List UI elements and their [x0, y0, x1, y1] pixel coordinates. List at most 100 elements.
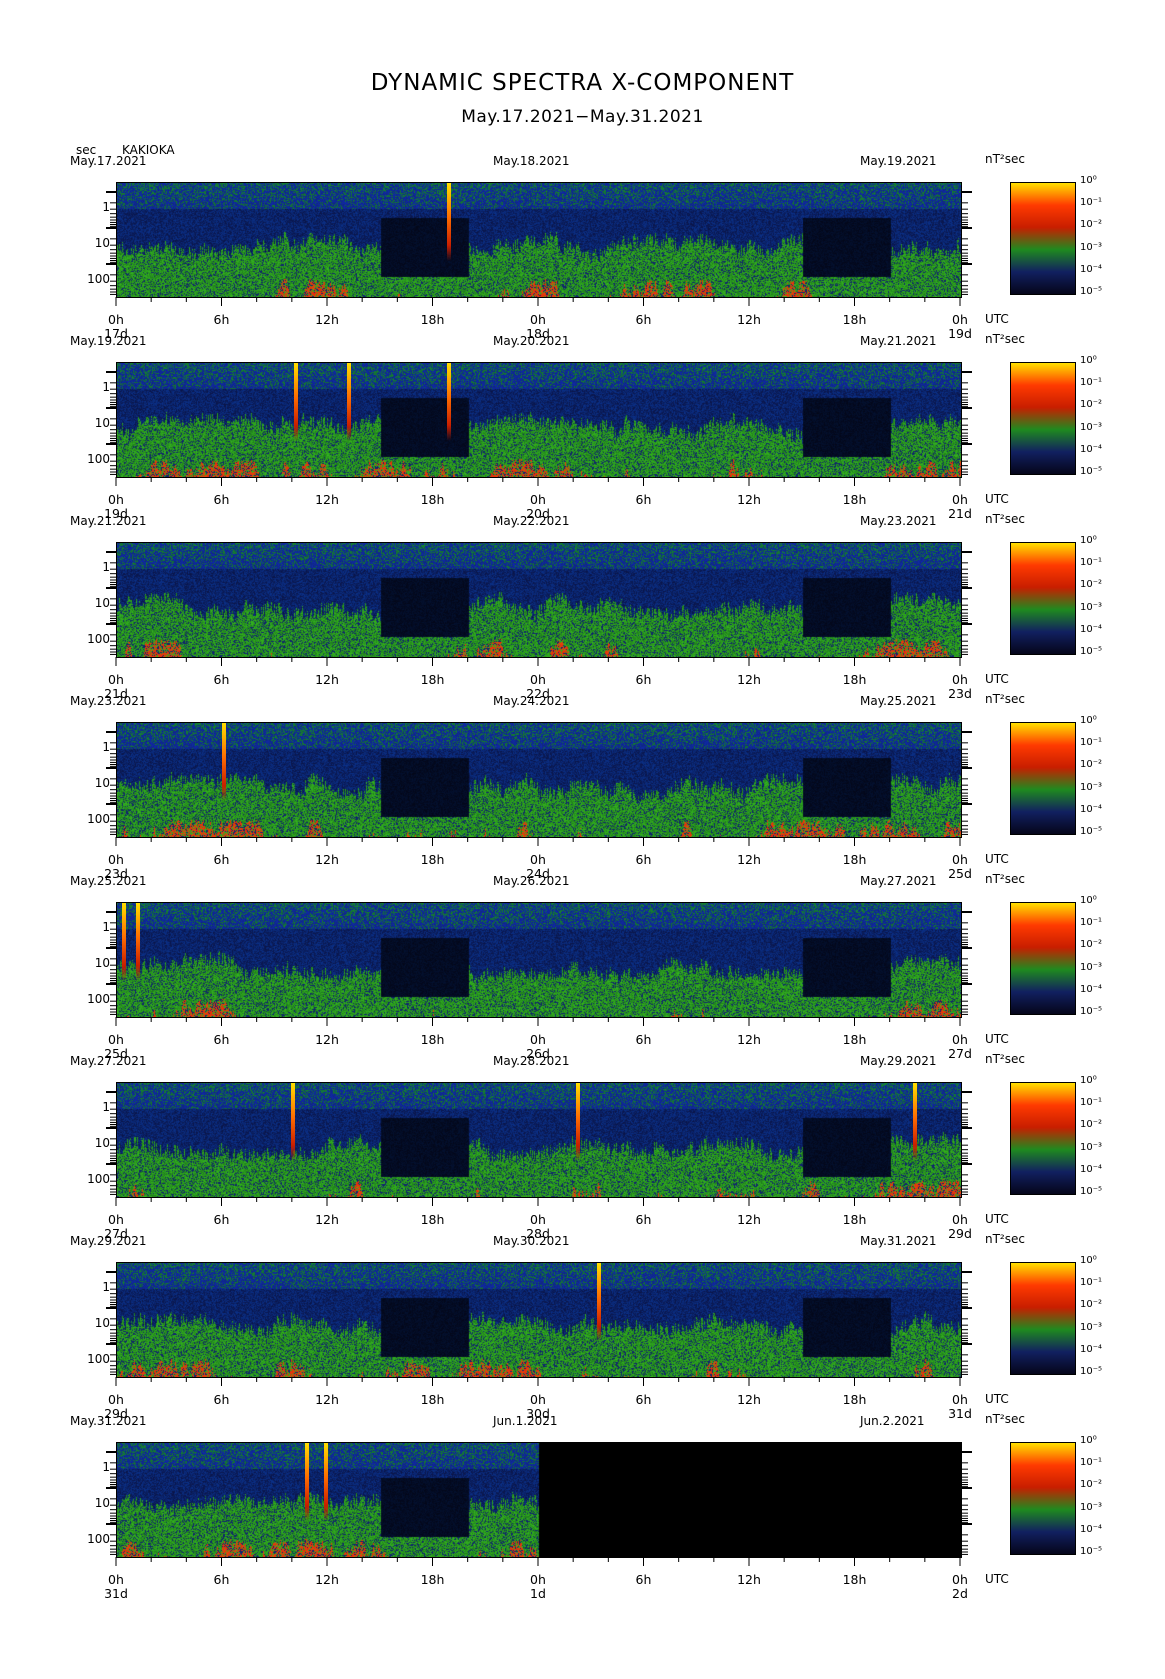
colorbar-tick-label: 10⁰ [1080, 355, 1097, 366]
x-tick-label: 0h [952, 1032, 968, 1047]
colorbar-tick-label: 10⁻⁵ [1080, 1006, 1103, 1017]
spectrogram-image [117, 723, 961, 837]
colorbar-unit-label: nT²sec [985, 692, 1025, 706]
colorbar [1010, 542, 1076, 655]
x-unit-label: UTC [985, 1392, 1009, 1406]
y-tick-label: 1 [102, 200, 110, 214]
colorbar-tick-label: 10⁰ [1080, 1435, 1097, 1446]
colorbar-tick-label: 10⁻⁴ [1080, 983, 1103, 995]
y-tick-label: 1 [102, 740, 110, 754]
y-tick-label: 10 [94, 956, 110, 970]
x-tick-label: 0h [530, 1032, 546, 1047]
panel-end-date: May.21.2021 [860, 334, 937, 348]
panel-start-date: May.23.2021 [70, 694, 147, 708]
colorbar-tick-label: 10⁻² [1080, 219, 1103, 231]
spectral-spike [304, 1443, 309, 1521]
colorbar-tick-label: 10⁰ [1080, 895, 1097, 906]
spectrogram-plot [116, 722, 962, 838]
spectrogram-image [117, 1443, 961, 1557]
spectral-spike [324, 1443, 329, 1521]
spectra-panel: May.27.2021 May.28.2021 May.29.2021 nT²sec 1… [0, 1052, 1165, 1241]
x-tick-label: 12h [737, 492, 761, 507]
colorbar [1010, 1082, 1076, 1195]
colorbar-tick-label: 10⁻² [1080, 579, 1103, 591]
colorbar-tick-label: 10⁻² [1080, 1299, 1103, 1311]
panel-start-date: May.19.2021 [70, 334, 147, 348]
panel-mid-date: May.20.2021 [493, 334, 570, 348]
spectrogram-plot [116, 362, 962, 478]
spectra-panel: May.31.2021 Jun.1.2021 Jun.2.2021 nT²sec 1 10… [0, 1412, 1165, 1601]
x-tick-label: 0h [530, 1212, 546, 1227]
x-tick-label: 0h [952, 1392, 968, 1407]
x-tick-label: 18h [420, 492, 445, 507]
spectrogram-plot [116, 182, 962, 298]
colorbar-tick-label: 10⁻³ [1080, 421, 1103, 433]
x-tick-label: 0h [952, 492, 968, 507]
x-tick-label: 0h [108, 492, 124, 507]
colorbar-tick-label: 10⁻³ [1080, 1321, 1103, 1333]
x-tick-label: 0h [952, 1572, 968, 1587]
colorbar-unit-label: nT²sec [985, 1232, 1025, 1246]
x-tick-label: 18h [420, 1392, 445, 1407]
y-tick-label: 1 [102, 560, 110, 574]
x-unit-label: UTC [985, 1572, 1009, 1586]
colorbar-tick-label: 10⁻⁴ [1080, 803, 1103, 815]
spectral-spike [575, 1083, 580, 1161]
colorbar-tick-label: 10⁻⁵ [1080, 466, 1103, 477]
colorbar-tick-label: 10⁻⁵ [1080, 1186, 1103, 1197]
day-label: 1d [530, 1586, 546, 1601]
x-tick-label: 0h [108, 852, 124, 867]
spectra-panel: May.29.2021 May.30.2021 May.31.2021 nT²sec 1… [0, 1232, 1165, 1421]
x-tick-label: 0h [952, 312, 968, 327]
colorbar-tick-label: 10⁻¹ [1080, 197, 1103, 209]
panel-mid-date: May.30.2021 [493, 1234, 570, 1248]
spectrogram-image [117, 363, 961, 477]
day-label: 25d [948, 866, 972, 881]
panel-end-date: May.23.2021 [860, 514, 937, 528]
colorbar-tick-label: 10⁻⁴ [1080, 263, 1103, 275]
day-label: 29d [948, 1226, 972, 1241]
panel-mid-date: Jun.1.2021 [493, 1414, 558, 1428]
y-tick-label: 100 [87, 632, 110, 646]
x-unit-label: UTC [985, 1212, 1009, 1226]
colorbar-tick-label: 10⁻⁵ [1080, 1546, 1103, 1557]
x-tick-label: 6h [635, 1392, 652, 1407]
colorbar-tick-label: 10⁰ [1080, 535, 1097, 546]
y-tick-label: 100 [87, 272, 110, 286]
x-tick-label: 18h [842, 672, 867, 687]
day-label: 31d [948, 1406, 972, 1421]
colorbar-tick-label: 10⁻³ [1080, 781, 1103, 793]
panel-end-date: May.29.2021 [860, 1054, 937, 1068]
x-tick-label: 0h [108, 1572, 124, 1587]
day-label: 23d [948, 686, 972, 701]
colorbar-unit-label: nT²sec [985, 1052, 1025, 1066]
colorbar-tick-label: 10⁻² [1080, 939, 1103, 951]
spectra-panel: May.23.2021 May.24.2021 May.25.2021 nT²sec 1… [0, 692, 1165, 881]
x-tick-label: 0h [530, 312, 546, 327]
colorbar-tick-label: 10⁻⁵ [1080, 286, 1103, 297]
colorbar-tick-label: 10⁻¹ [1080, 1097, 1103, 1109]
x-tick-label: 0h [530, 852, 546, 867]
spectrogram-image [117, 903, 961, 1017]
y-tick-label: 100 [87, 452, 110, 466]
x-tick-label: 12h [315, 1032, 339, 1047]
day-label: 2d [952, 1586, 968, 1601]
spectral-spike [136, 903, 141, 981]
spectra-panel: May.21.2021 May.22.2021 May.23.2021 nT²sec 1… [0, 512, 1165, 701]
colorbar-tick-label: 10⁻² [1080, 1479, 1103, 1491]
x-tick-label: 6h [635, 1212, 652, 1227]
x-tick-label: 12h [315, 852, 339, 867]
panel-mid-date: May.26.2021 [493, 874, 570, 888]
day-label: 31d [104, 1586, 128, 1601]
spectra-panel: May.25.2021 May.26.2021 May.27.2021 nT²sec 1… [0, 872, 1165, 1061]
y-tick-label: 100 [87, 992, 110, 1006]
x-tick-label: 12h [315, 312, 339, 327]
x-tick-label: 12h [737, 672, 761, 687]
x-tick-label: 18h [842, 312, 867, 327]
spectral-spike [222, 723, 227, 801]
x-tick-label: 12h [315, 492, 339, 507]
x-unit-label: UTC [985, 312, 1009, 326]
colorbar-unit-label: nT²sec [985, 512, 1025, 526]
y-tick-label: 1 [102, 920, 110, 934]
x-tick-label: 0h [108, 672, 124, 687]
